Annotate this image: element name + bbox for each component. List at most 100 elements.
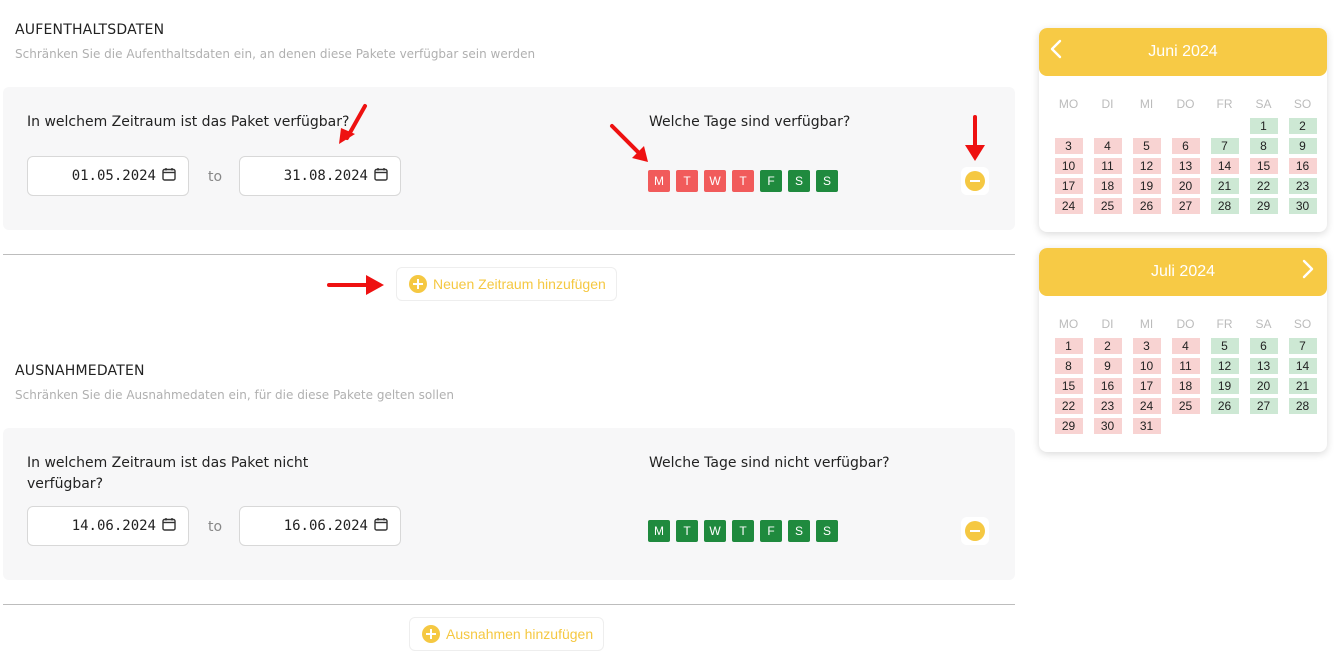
weekday-toggle-sat[interactable]: S — [788, 170, 810, 192]
calendar-day-cell[interactable]: 16 — [1088, 376, 1127, 396]
chevron-left-icon[interactable] — [1049, 38, 1063, 66]
calendar-day-cell[interactable]: 24 — [1127, 396, 1166, 416]
calendar-day: 4 — [1171, 338, 1200, 354]
calendar-day-cell[interactable]: 15 — [1049, 376, 1088, 396]
calendar-day-cell[interactable]: 17 — [1127, 376, 1166, 396]
weekday-toggle-tue[interactable]: T — [676, 520, 698, 542]
calendar-day-cell[interactable]: 26 — [1127, 196, 1166, 216]
exceptions-until-date-input[interactable]: 16.06.2024 — [239, 506, 401, 546]
calendar-day-cell[interactable]: 7 — [1205, 136, 1244, 156]
calendar-day-cell[interactable]: 20 — [1244, 376, 1283, 396]
calendar-day-cell[interactable]: 5 — [1205, 336, 1244, 356]
exceptions-from-date-input[interactable]: 14.06.2024 — [27, 506, 189, 546]
calendar-day-cell[interactable]: 10 — [1127, 356, 1166, 376]
weekday-toggle-sun[interactable]: S — [816, 520, 838, 542]
weekday-toggle-thu[interactable]: T — [732, 520, 754, 542]
calendar-day: 11 — [1093, 158, 1122, 174]
calendar-day-cell[interactable]: 14 — [1283, 356, 1322, 376]
calendar-icon[interactable] — [162, 517, 176, 535]
calendar-day-cell[interactable]: 20 — [1166, 176, 1205, 196]
calendar-day-cell[interactable]: 12 — [1127, 156, 1166, 176]
calendar-day-cell[interactable]: 21 — [1283, 376, 1322, 396]
calendar-icon[interactable] — [374, 167, 388, 185]
calendar-day-cell[interactable]: 14 — [1205, 156, 1244, 176]
calendar-day-cell[interactable]: 11 — [1166, 356, 1205, 376]
calendar-day-cell[interactable]: 7 — [1283, 336, 1322, 356]
calendar-weekday-header: SA — [1255, 97, 1272, 111]
calendar-day-cell[interactable]: 3 — [1127, 336, 1166, 356]
calendar-day-cell[interactable]: 13 — [1244, 356, 1283, 376]
calendar-day-cell[interactable]: 3 — [1049, 136, 1088, 156]
calendar-day-cell[interactable]: 28 — [1205, 196, 1244, 216]
calendar-weekday-header: SO — [1293, 317, 1312, 331]
calendar-day-cell[interactable]: 26 — [1205, 396, 1244, 416]
weekday-toggle-sat[interactable]: S — [788, 520, 810, 542]
calendar-day-cell[interactable]: 13 — [1166, 156, 1205, 176]
calendar-day-cell[interactable]: 8 — [1049, 356, 1088, 376]
calendar-day-cell[interactable]: 16 — [1283, 156, 1322, 176]
add-exception-button[interactable]: Ausnahmen hinzufügen — [409, 617, 605, 651]
calendar-day-cell[interactable]: 1 — [1244, 116, 1283, 136]
weekday-toggle-wed[interactable]: W — [704, 520, 726, 542]
stay-until-date-input[interactable]: 31.08.2024 — [239, 156, 401, 196]
add-period-button[interactable]: Neuen Zeitraum hinzufügen — [396, 267, 617, 301]
weekday-toggle-thu[interactable]: T — [732, 170, 754, 192]
calendar-day-cell[interactable]: 24 — [1049, 196, 1088, 216]
calendar-day-cell[interactable]: 27 — [1244, 396, 1283, 416]
weekday-toggle-fri[interactable]: F — [760, 520, 782, 542]
weekday-toggle-tue[interactable]: T — [676, 170, 698, 192]
calendar-day-cell[interactable]: 5 — [1127, 136, 1166, 156]
calendar-day-cell[interactable]: 18 — [1088, 176, 1127, 196]
calendar-day-cell[interactable]: 23 — [1088, 396, 1127, 416]
calendar-icon[interactable] — [374, 517, 388, 535]
calendar-day-cell[interactable]: 22 — [1049, 396, 1088, 416]
annotation-arrow-icon — [327, 275, 384, 295]
stay-section-title: AUFENTHALTSDATEN — [15, 22, 165, 38]
calendar-day-cell[interactable]: 2 — [1088, 336, 1127, 356]
calendar-day-cell[interactable]: 29 — [1049, 416, 1088, 436]
calendar-day-cell[interactable]: 9 — [1088, 356, 1127, 376]
calendar-day-cell[interactable]: 28 — [1283, 396, 1322, 416]
calendar-day: 5 — [1132, 138, 1161, 154]
calendar-day-cell[interactable]: 4 — [1166, 336, 1205, 356]
calendar-day-cell[interactable]: 18 — [1166, 376, 1205, 396]
calendar-day-cell[interactable]: 23 — [1283, 176, 1322, 196]
remove-period-button[interactable] — [961, 167, 989, 195]
calendar-day-cell[interactable]: 31 — [1127, 416, 1166, 436]
divider — [3, 254, 1015, 255]
calendar-day-cell[interactable]: 17 — [1049, 176, 1088, 196]
calendar-day-cell[interactable]: 9 — [1283, 136, 1322, 156]
stay-from-date-input[interactable]: 01.05.2024 — [27, 156, 189, 196]
calendar-day-cell[interactable]: 6 — [1244, 336, 1283, 356]
calendar-day-cell[interactable]: 27 — [1166, 196, 1205, 216]
calendar-icon[interactable] — [162, 167, 176, 185]
calendar-day-cell[interactable]: 22 — [1244, 176, 1283, 196]
weekday-toggle-mon[interactable]: M — [648, 170, 670, 192]
calendar-day-cell[interactable]: 11 — [1088, 156, 1127, 176]
calendar-day-cell[interactable]: 25 — [1166, 396, 1205, 416]
calendar-day-cell[interactable]: 15 — [1244, 156, 1283, 176]
calendar-day-cell[interactable]: 19 — [1127, 176, 1166, 196]
calendar-day-cell[interactable]: 8 — [1244, 136, 1283, 156]
chevron-right-icon[interactable] — [1301, 258, 1315, 286]
calendar-day-cell[interactable]: 25 — [1088, 196, 1127, 216]
calendar-day-cell[interactable]: 30 — [1088, 416, 1127, 436]
weekday-toggle-sun[interactable]: S — [816, 170, 838, 192]
weekday-toggle-fri[interactable]: F — [760, 170, 782, 192]
calendar-day-cell[interactable]: 2 — [1283, 116, 1322, 136]
calendar-day: 22 — [1054, 398, 1083, 414]
weekday-toggle-mon[interactable]: M — [648, 520, 670, 542]
calendar-day-cell[interactable]: 29 — [1244, 196, 1283, 216]
calendar-day-cell[interactable]: 4 — [1088, 136, 1127, 156]
calendar-day-cell[interactable]: 6 — [1166, 136, 1205, 156]
calendar-day-cell[interactable]: 30 — [1283, 196, 1322, 216]
calendar-day-cell[interactable]: 19 — [1205, 376, 1244, 396]
calendar-day: 1 — [1249, 118, 1278, 134]
calendar-day-cell[interactable]: 1 — [1049, 336, 1088, 356]
calendar-day-cell[interactable]: 10 — [1049, 156, 1088, 176]
remove-exception-button[interactable] — [961, 517, 989, 545]
calendar-day-cell[interactable]: 12 — [1205, 356, 1244, 376]
weekday-toggle-wed[interactable]: W — [704, 170, 726, 192]
calendar-day-cell[interactable]: 21 — [1205, 176, 1244, 196]
calendar-weekday-header: DO — [1176, 317, 1195, 331]
